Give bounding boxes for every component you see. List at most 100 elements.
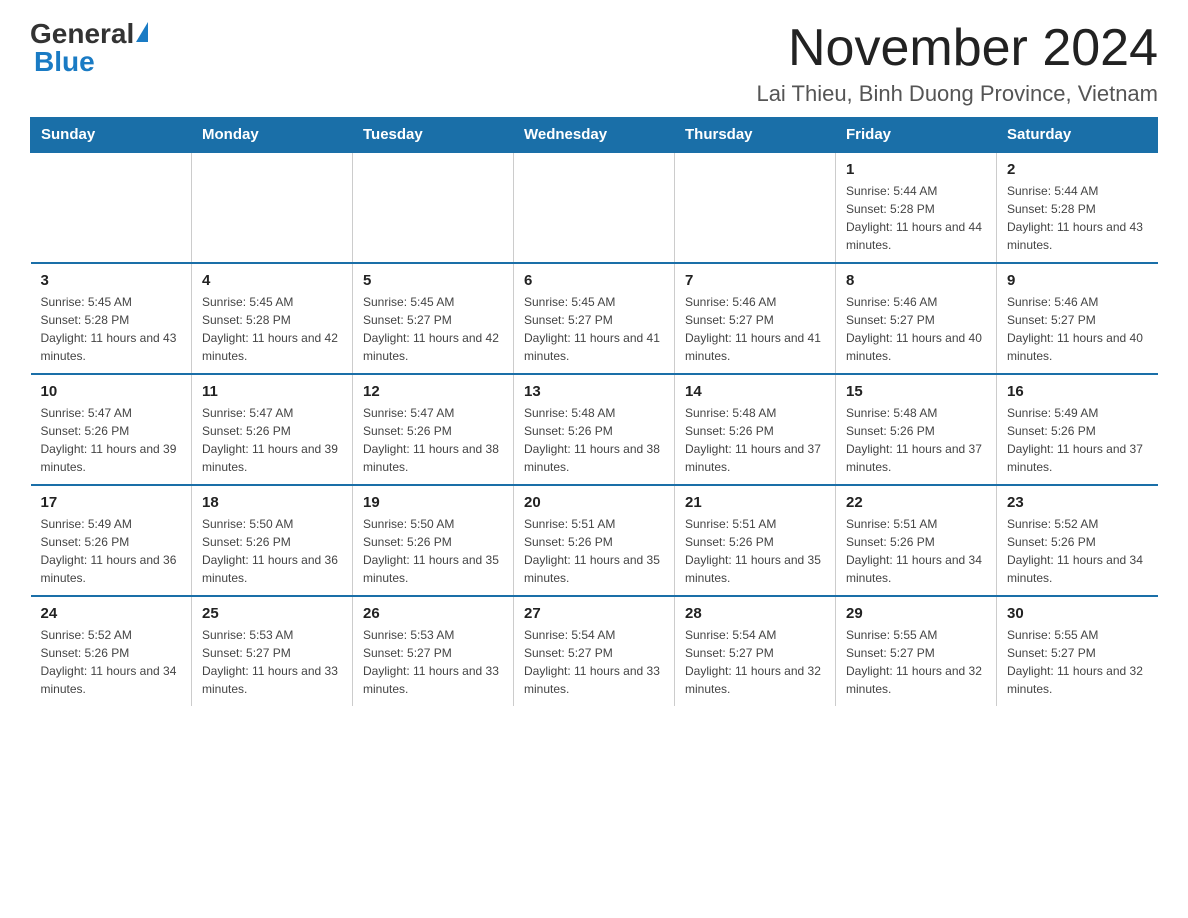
day-number: 23: [1007, 494, 1148, 511]
day-info: Sunrise: 5:51 AMSunset: 5:26 PMDaylight:…: [846, 515, 986, 587]
day-number: 27: [524, 605, 664, 622]
day-info: Sunrise: 5:55 AMSunset: 5:27 PMDaylight:…: [846, 626, 986, 698]
calendar-week-row: 10 Sunrise: 5:47 AMSunset: 5:26 PMDayligh…: [31, 374, 1158, 485]
table-row: [353, 152, 514, 263]
table-row: 17 Sunrise: 5:49 AMSunset: 5:26 PMDayligh…: [31, 485, 192, 596]
page-title: November 2024: [756, 20, 1158, 77]
day-number: 6: [524, 272, 664, 289]
location-subtitle: Lai Thieu, Binh Duong Province, Vietnam: [756, 81, 1158, 107]
day-number: 9: [1007, 272, 1148, 289]
day-number: 11: [202, 383, 342, 400]
day-info: Sunrise: 5:48 AMSunset: 5:26 PMDaylight:…: [846, 404, 986, 476]
table-row: 2 Sunrise: 5:44 AMSunset: 5:28 PMDaylight…: [997, 152, 1158, 263]
table-row: 7Sunrise: 5:46 AMSunset: 5:27 PMDaylight…: [675, 263, 836, 374]
day-number: 22: [846, 494, 986, 511]
table-row: 25Sunrise: 5:53 AMSunset: 5:27 PMDayligh…: [192, 596, 353, 706]
table-row: 8 Sunrise: 5:46 AMSunset: 5:27 PMDaylight…: [836, 263, 997, 374]
table-row: 10 Sunrise: 5:47 AMSunset: 5:26 PMDayligh…: [31, 374, 192, 485]
col-friday: Friday: [836, 118, 997, 153]
day-info: Sunrise: 5:50 AMSunset: 5:26 PMDaylight:…: [202, 515, 342, 587]
day-info: Sunrise: 5:49 AMSunset: 5:26 PMDaylight:…: [41, 515, 182, 587]
table-row: 30 Sunrise: 5:55 AMSunset: 5:27 PMDayligh…: [997, 596, 1158, 706]
col-sunday: Sunday: [31, 118, 192, 153]
table-row: 26 Sunrise: 5:53 AMSunset: 5:27 PMDayligh…: [353, 596, 514, 706]
calendar-table: Sunday Monday Tuesday Wednesday Thursday…: [30, 117, 1158, 706]
col-saturday: Saturday: [997, 118, 1158, 153]
day-number: 4: [202, 272, 342, 289]
day-info: Sunrise: 5:49 AMSunset: 5:26 PMDaylight:…: [1007, 404, 1148, 476]
day-number: 12: [363, 383, 503, 400]
table-row: 21 Sunrise: 5:51 AMSunset: 5:26 PMDayligh…: [675, 485, 836, 596]
day-info: Sunrise: 5:53 AMSunset: 5:27 PMDaylight:…: [363, 626, 503, 698]
table-row: 14 Sunrise: 5:48 AMSunset: 5:26 PMDayligh…: [675, 374, 836, 485]
day-info: Sunrise: 5:44 AMSunset: 5:28 PMDaylight:…: [1007, 182, 1148, 254]
table-row: 16 Sunrise: 5:49 AMSunset: 5:26 PMDayligh…: [997, 374, 1158, 485]
table-row: 24Sunrise: 5:52 AMSunset: 5:26 PMDayligh…: [31, 596, 192, 706]
table-row: 23 Sunrise: 5:52 AMSunset: 5:26 PMDayligh…: [997, 485, 1158, 596]
table-row: 5Sunrise: 5:45 AMSunset: 5:27 PMDaylight…: [353, 263, 514, 374]
table-row: 6 Sunrise: 5:45 AMSunset: 5:27 PMDaylight…: [514, 263, 675, 374]
day-number: 2: [1007, 161, 1148, 178]
day-number: 20: [524, 494, 664, 511]
table-row: [514, 152, 675, 263]
day-number: 8: [846, 272, 986, 289]
table-row: 3Sunrise: 5:45 AMSunset: 5:28 PMDaylight…: [31, 263, 192, 374]
day-number: 28: [685, 605, 825, 622]
day-info: Sunrise: 5:48 AMSunset: 5:26 PMDaylight:…: [524, 404, 664, 476]
day-info: Sunrise: 5:54 AMSunset: 5:27 PMDaylight:…: [685, 626, 825, 698]
day-number: 7: [685, 272, 825, 289]
day-info: Sunrise: 5:47 AMSunset: 5:26 PMDaylight:…: [202, 404, 342, 476]
day-number: 13: [524, 383, 664, 400]
day-info: Sunrise: 5:46 AMSunset: 5:27 PMDaylight:…: [846, 293, 986, 365]
table-row: 19Sunrise: 5:50 AMSunset: 5:26 PMDayligh…: [353, 485, 514, 596]
day-number: 30: [1007, 605, 1148, 622]
table-row: 13 Sunrise: 5:48 AMSunset: 5:26 PMDayligh…: [514, 374, 675, 485]
day-info: Sunrise: 5:47 AMSunset: 5:26 PMDaylight:…: [41, 404, 182, 476]
title-block: November 2024 Lai Thieu, Binh Duong Prov…: [756, 20, 1158, 107]
logo-general-text: General: [30, 20, 134, 48]
calendar-week-row: 1 Sunrise: 5:44 AMSunset: 5:28 PMDaylight…: [31, 152, 1158, 263]
table-row: 1 Sunrise: 5:44 AMSunset: 5:28 PMDaylight…: [836, 152, 997, 263]
logo-blue-text: Blue: [34, 48, 95, 76]
day-info: Sunrise: 5:53 AMSunset: 5:27 PMDaylight:…: [202, 626, 342, 698]
day-info: Sunrise: 5:45 AMSunset: 5:27 PMDaylight:…: [524, 293, 664, 365]
table-row: 28 Sunrise: 5:54 AMSunset: 5:27 PMDayligh…: [675, 596, 836, 706]
table-row: 20Sunrise: 5:51 AMSunset: 5:26 PMDayligh…: [514, 485, 675, 596]
day-number: 17: [41, 494, 182, 511]
col-monday: Monday: [192, 118, 353, 153]
day-info: Sunrise: 5:54 AMSunset: 5:27 PMDaylight:…: [524, 626, 664, 698]
col-thursday: Thursday: [675, 118, 836, 153]
table-row: 15 Sunrise: 5:48 AMSunset: 5:26 PMDayligh…: [836, 374, 997, 485]
table-row: 22 Sunrise: 5:51 AMSunset: 5:26 PMDayligh…: [836, 485, 997, 596]
table-row: 18 Sunrise: 5:50 AMSunset: 5:26 PMDayligh…: [192, 485, 353, 596]
logo: General Blue: [30, 20, 148, 76]
table-row: 11 Sunrise: 5:47 AMSunset: 5:26 PMDayligh…: [192, 374, 353, 485]
logo-triangle-icon: [136, 22, 148, 42]
day-info: Sunrise: 5:44 AMSunset: 5:28 PMDaylight:…: [846, 182, 986, 254]
day-info: Sunrise: 5:48 AMSunset: 5:26 PMDaylight:…: [685, 404, 825, 476]
day-info: Sunrise: 5:55 AMSunset: 5:27 PMDaylight:…: [1007, 626, 1148, 698]
calendar-header-row: Sunday Monday Tuesday Wednesday Thursday…: [31, 118, 1158, 153]
day-number: 26: [363, 605, 503, 622]
day-info: Sunrise: 5:52 AMSunset: 5:26 PMDaylight:…: [1007, 515, 1148, 587]
col-wednesday: Wednesday: [514, 118, 675, 153]
day-number: 15: [846, 383, 986, 400]
day-number: 21: [685, 494, 825, 511]
table-row: 29 Sunrise: 5:55 AMSunset: 5:27 PMDayligh…: [836, 596, 997, 706]
table-row: [192, 152, 353, 263]
day-number: 14: [685, 383, 825, 400]
calendar-week-row: 3Sunrise: 5:45 AMSunset: 5:28 PMDaylight…: [31, 263, 1158, 374]
day-number: 18: [202, 494, 342, 511]
day-info: Sunrise: 5:45 AMSunset: 5:28 PMDaylight:…: [202, 293, 342, 365]
day-info: Sunrise: 5:45 AMSunset: 5:28 PMDaylight:…: [41, 293, 182, 365]
day-number: 16: [1007, 383, 1148, 400]
day-number: 19: [363, 494, 503, 511]
table-row: 27 Sunrise: 5:54 AMSunset: 5:27 PMDayligh…: [514, 596, 675, 706]
day-number: 10: [41, 383, 182, 400]
day-info: Sunrise: 5:51 AMSunset: 5:26 PMDaylight:…: [685, 515, 825, 587]
table-row: 9Sunrise: 5:46 AMSunset: 5:27 PMDaylight…: [997, 263, 1158, 374]
day-info: Sunrise: 5:47 AMSunset: 5:26 PMDaylight:…: [363, 404, 503, 476]
col-tuesday: Tuesday: [353, 118, 514, 153]
day-number: 29: [846, 605, 986, 622]
day-number: 1: [846, 161, 986, 178]
